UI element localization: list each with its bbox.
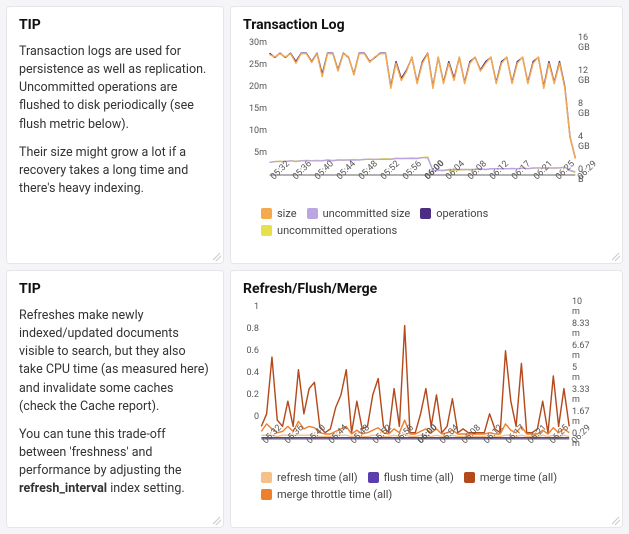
tip-paragraph: Their size might grow a lot if a recover… [19,144,211,198]
chart-plot-area[interactable]: 00.20.40.60.81 0 m1.67 m3.33 m5 m6.67 m8… [243,307,610,467]
swatch-icon [261,208,272,219]
chart-card-refresh-flush-merge: Refresh/Flush/Merge 00.20.40.60.81 0 m1.… [230,270,623,528]
chart-plot-area[interactable]: 5m10m15m20m25m30m 0 B4 GB8 GB12 GB16 GB … [243,43,610,203]
tip-title: TIP [19,17,211,33]
legend-item-operations[interactable]: operations [420,207,488,220]
legend-item-merge[interactable]: merge time (all) [464,471,557,484]
legend-item-size[interactable]: size [261,207,297,220]
tip-paragraph: Refreshes make newly indexed/updated doc… [19,307,211,416]
swatch-icon [261,489,272,500]
tip-card-rfm: TIP Refreshes make newly indexed/updated… [6,270,224,528]
chart-legend: size uncommitted size operations uncommi… [243,207,610,237]
legend-item-flush[interactable]: flush time (all) [368,471,454,484]
swatch-icon [420,208,431,219]
swatch-icon [307,208,318,219]
setting-name: refresh_interval [19,481,107,496]
tip-title: TIP [19,281,211,297]
tip-paragraph: You can tune this trade-off between 'fre… [19,426,211,499]
legend-item-uncommitted-size[interactable]: uncommitted size [307,207,411,220]
chart-title: Refresh/Flush/Merge [243,281,610,297]
swatch-icon [261,225,272,236]
legend-item-refresh[interactable]: refresh time (all) [261,471,358,484]
chart-card-transaction-log: Transaction Log 5m10m15m20m25m30m 0 B4 G… [230,6,623,264]
swatch-icon [464,472,475,483]
tip-card-txlog: TIP Transaction logs are used for persis… [6,6,224,264]
swatch-icon [261,472,272,483]
chart-title: Transaction Log [243,17,610,33]
tip-paragraph: Transaction logs are used for persistenc… [19,43,211,134]
swatch-icon [368,472,379,483]
chart-legend: refresh time (all) flush time (all) merg… [243,471,610,501]
legend-item-uncommitted-operations[interactable]: uncommitted operations [261,224,397,237]
legend-item-throttle[interactable]: merge throttle time (all) [261,488,392,501]
